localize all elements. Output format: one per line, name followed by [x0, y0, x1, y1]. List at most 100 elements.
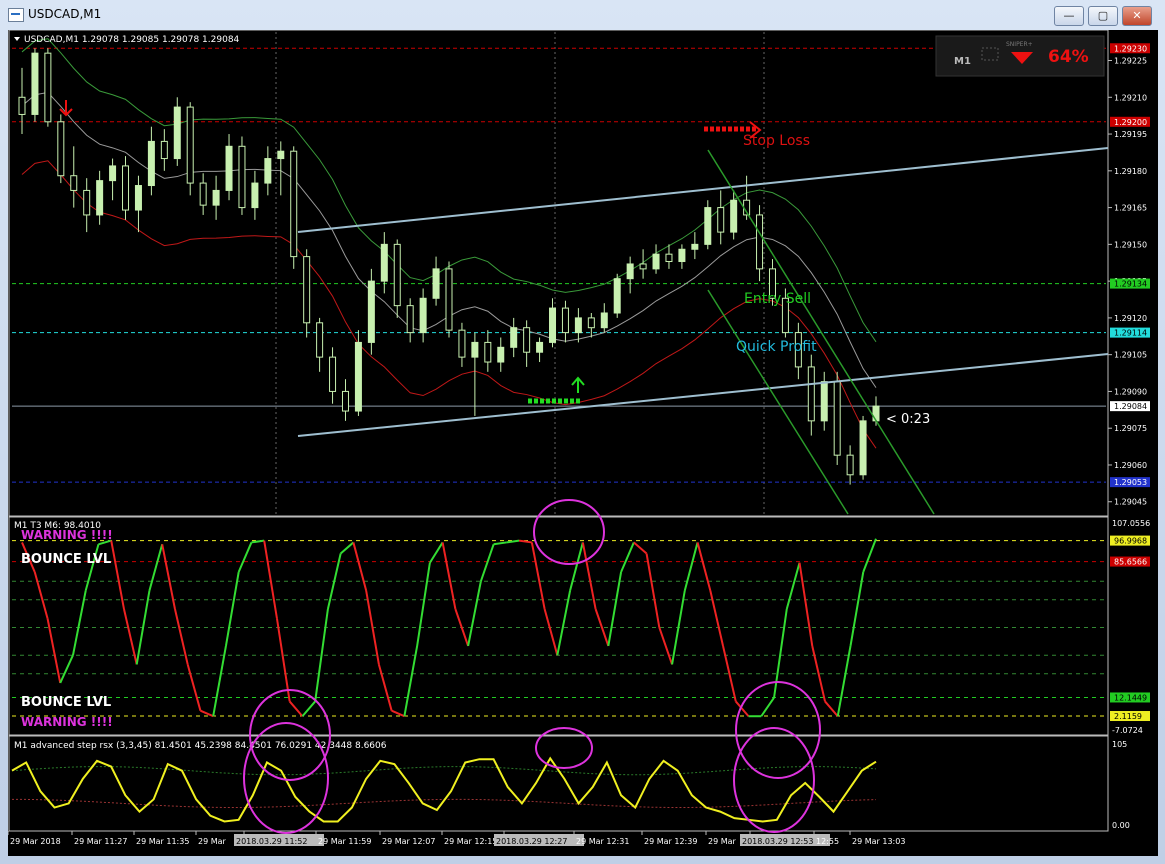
time-label: 2018.03.29 12:27	[496, 837, 567, 846]
maximize-button[interactable]: ▢	[1088, 6, 1118, 26]
price-tick-label: 1.29075	[1114, 424, 1147, 433]
price-axis: 1.29225 1.29210 1.29195 1.29180 1.29165 1.291…	[1108, 43, 1150, 507]
candle	[833, 381, 841, 456]
rsx-axis: 105 0.00	[1112, 740, 1130, 830]
rsi-badge-label: 96.9968	[1114, 537, 1147, 546]
time-label: 29 Mar 12:15	[444, 837, 497, 846]
close-button[interactable]: ✕	[1122, 6, 1152, 26]
candle	[458, 329, 466, 358]
signal-timeframe: M1	[954, 56, 971, 67]
rsi-badge-label: 12.1449	[1114, 693, 1147, 702]
time-label: 29 Mar	[198, 837, 227, 846]
candle	[820, 381, 828, 422]
time-label: 29 Mar 12:39	[644, 837, 697, 846]
candle	[846, 454, 854, 476]
price-badge-label: 1.29134	[1114, 280, 1147, 289]
time-label: 29 Mar 12:31	[576, 837, 629, 846]
candle	[523, 327, 531, 353]
candle	[807, 366, 815, 422]
candle	[484, 341, 492, 363]
minimize-button[interactable]: —	[1054, 6, 1084, 26]
candle	[31, 52, 39, 115]
candle	[212, 189, 220, 206]
candle	[510, 327, 518, 348]
price-badge-label: 1.29114	[1114, 329, 1147, 338]
chart-window-icon	[8, 8, 24, 22]
candle	[691, 243, 699, 250]
time-axis: 29 Mar 2018 29 Mar 11:27 29 Mar 11:35 29 Ma…	[7, 831, 905, 846]
candle	[173, 106, 181, 160]
candle	[445, 268, 453, 331]
price-tick-label: 1.29045	[1114, 498, 1147, 507]
title-bar[interactable]: USDCAD,M1 — ▢ ✕	[0, 0, 1165, 30]
candle	[367, 280, 375, 343]
candle	[626, 263, 634, 280]
candle	[872, 405, 880, 422]
candle	[109, 165, 117, 182]
candle	[717, 207, 725, 233]
time-label: 29 Mar	[708, 837, 737, 846]
rsi-axis-min: -7.0724	[1112, 726, 1143, 735]
rsi-panel-frame	[8, 516, 1109, 736]
candle	[432, 268, 440, 299]
time-label: 29 Mar 12:07	[382, 837, 435, 846]
rsx-axis-min: 0.00	[1112, 821, 1130, 830]
price-badge-label: 1.29200	[1114, 118, 1147, 127]
candle	[639, 263, 647, 270]
candle	[561, 307, 569, 334]
stop-loss-label: Stop Loss	[743, 133, 810, 149]
candle	[704, 207, 712, 245]
candle	[57, 121, 65, 177]
candle	[574, 317, 582, 334]
candle	[536, 341, 544, 353]
candle	[665, 253, 673, 263]
candle	[160, 140, 168, 160]
candle	[264, 158, 272, 184]
candle	[251, 182, 259, 209]
time-label: 29 Mar 11:27	[74, 837, 127, 846]
candle	[303, 256, 311, 324]
candle	[96, 180, 104, 216]
candle	[393, 243, 401, 307]
candle	[122, 165, 130, 211]
candle	[471, 341, 479, 358]
signal-brand: SNIPER+	[1006, 41, 1033, 48]
candle	[238, 145, 246, 209]
candle	[497, 346, 505, 363]
candle	[44, 52, 52, 123]
bounce-label-top: BOUNCE LVL	[21, 552, 111, 567]
window-title: USDCAD,M1	[28, 7, 102, 21]
rsx-header: M1 advanced step rsx (3,3,45) 81.4501 45…	[14, 741, 387, 751]
main-header: USDCAD,M1 1.29078 1.29085 1.29078 1.2908…	[24, 35, 240, 45]
rsi-badge-label: 2.1159	[1114, 712, 1142, 721]
rsi-axis: 107.0556 -7.0724 96.9968 85.6566 12.1449 2.11…	[1110, 519, 1150, 735]
price-tick-label: 1.29195	[1114, 130, 1147, 139]
time-label: 2018.03.29 11:52	[236, 837, 307, 846]
main-panel-frame	[8, 29, 1109, 517]
signal-percent: 64%	[1048, 47, 1089, 67]
candle	[587, 317, 595, 329]
quick-profit-label: Quick Profit	[736, 339, 817, 355]
candle	[83, 189, 91, 216]
candle	[678, 248, 686, 263]
bounce-label-bottom: BOUNCE LVL	[21, 695, 111, 710]
chart-area[interactable]: USDCAD,M1 1.29078 1.29085 1.29078 1.2908…	[7, 29, 1158, 856]
price-badge-label: 1.29230	[1114, 44, 1147, 53]
candle	[70, 175, 78, 191]
price-tick-label: 1.29210	[1114, 93, 1147, 102]
candle	[613, 278, 621, 314]
chart-svg[interactable]: USDCAD,M1 1.29078 1.29085 1.29078 1.2908…	[7, 29, 1158, 856]
terminal-window: USDCAD,M1 — ▢ ✕ USDCAD,M1 1.29078 1.2908…	[0, 0, 1165, 864]
candle	[290, 150, 298, 258]
candle	[859, 420, 867, 476]
candle	[730, 199, 738, 233]
rsi-axis-max: 107.0556	[1112, 519, 1150, 528]
rsx-axis-max: 105	[1112, 740, 1127, 749]
candle	[341, 390, 349, 412]
price-badge-label: 1.29053	[1114, 478, 1147, 487]
candle	[147, 140, 155, 187]
candle-countdown: < 0:23	[886, 412, 930, 427]
price-badge-label: 1.29084	[1114, 402, 1147, 411]
candle	[18, 96, 26, 115]
candle	[316, 322, 324, 358]
